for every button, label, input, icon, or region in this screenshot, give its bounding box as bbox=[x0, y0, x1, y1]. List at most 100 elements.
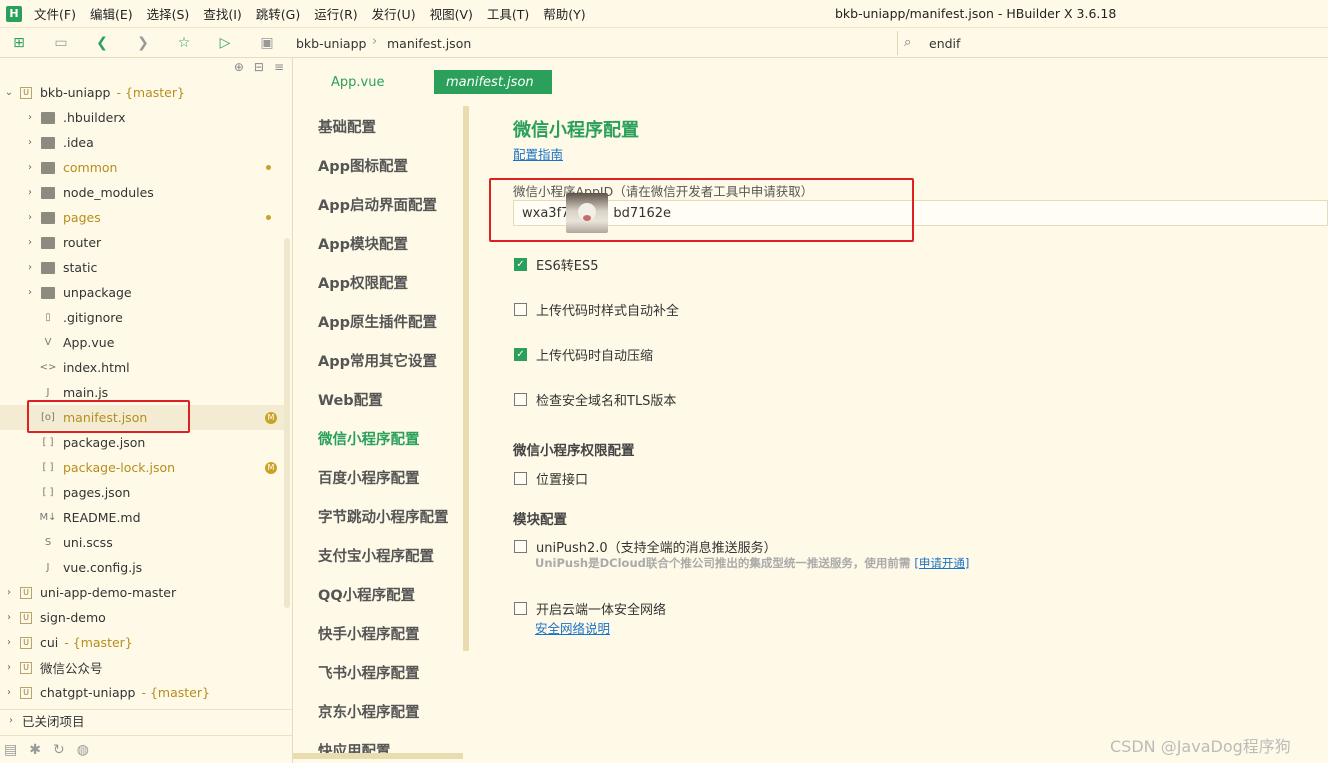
chevron-right-icon[interactable]: › bbox=[25, 212, 35, 223]
tree-item[interactable]: › node_modules bbox=[0, 180, 285, 205]
menu-tools[interactable]: 工具(T) bbox=[487, 4, 529, 23]
tree-item[interactable]: [ ] pages.json bbox=[0, 480, 285, 505]
search-box[interactable]: ⌕ endif bbox=[897, 31, 1328, 55]
checkbox-checked-icon[interactable]: ✓ bbox=[514, 258, 527, 271]
config-nav-item[interactable]: App图标配置 bbox=[318, 155, 408, 176]
option-style-autoprefix[interactable]: 上传代码时样式自动补全 bbox=[514, 300, 679, 319]
forward-icon[interactable]: ❯ bbox=[134, 34, 152, 52]
breadcrumb-file[interactable]: manifest.json bbox=[387, 36, 471, 51]
config-nav-item[interactable]: 京东小程序配置 bbox=[318, 701, 420, 722]
tree-item[interactable]: › common bbox=[0, 155, 285, 180]
tree-item[interactable]: › .idea bbox=[0, 130, 285, 155]
refresh-icon[interactable]: ↻ bbox=[53, 742, 65, 758]
tree-item[interactable]: <> index.html bbox=[0, 355, 285, 380]
config-nav-item[interactable]: 飞书小程序配置 bbox=[318, 662, 420, 683]
config-nav-item[interactable]: 快手小程序配置 bbox=[318, 623, 420, 644]
checkbox-icon[interactable] bbox=[514, 602, 527, 615]
option-auto-minify[interactable]: ✓ 上传代码时自动压缩 bbox=[514, 345, 653, 364]
chevron-right-icon[interactable]: › bbox=[25, 137, 35, 148]
secure-network-link[interactable]: 安全网络说明 bbox=[535, 618, 610, 637]
menu-edit[interactable]: 编辑(E) bbox=[90, 4, 133, 23]
chevron-right-icon[interactable]: › bbox=[25, 112, 35, 123]
tree-item[interactable]: › U 微信公众号 bbox=[0, 655, 285, 680]
tree-item[interactable]: Suni.scss bbox=[0, 530, 285, 555]
menu-help[interactable]: 帮助(Y) bbox=[543, 4, 585, 23]
chevron-right-icon[interactable]: › bbox=[4, 587, 14, 598]
config-nav-scrollbar[interactable] bbox=[463, 106, 469, 651]
folder-icon[interactable]: ▤ bbox=[4, 742, 17, 758]
option-secure-network[interactable]: 开启云端一体安全网络 bbox=[514, 599, 666, 618]
config-nav-item[interactable]: QQ小程序配置 bbox=[318, 584, 415, 605]
config-nav-item[interactable]: 百度小程序配置 bbox=[318, 467, 420, 488]
menu-view[interactable]: 视图(V) bbox=[430, 4, 473, 23]
tree-item[interactable]: › static bbox=[0, 255, 285, 280]
tree-item[interactable]: › Ucui - {master} bbox=[0, 630, 285, 655]
star-icon[interactable]: ☆ bbox=[175, 34, 193, 52]
chevron-right-icon[interactable]: › bbox=[25, 187, 35, 198]
menu-select[interactable]: 选择(S) bbox=[147, 4, 190, 23]
chevron-right-icon[interactable]: › bbox=[4, 637, 14, 648]
menu-publish[interactable]: 发行(U) bbox=[372, 4, 416, 23]
globe-icon[interactable]: ◍ bbox=[77, 742, 89, 758]
save-icon[interactable]: ▭ bbox=[52, 34, 70, 52]
chevron-right-icon[interactable]: › bbox=[25, 262, 35, 273]
back-icon[interactable]: ❮ bbox=[93, 34, 111, 52]
tab-app-vue[interactable]: App.vue bbox=[319, 70, 396, 94]
closed-projects[interactable]: › 已关闭项目 bbox=[0, 709, 292, 731]
tree-item[interactable]: ⌄ Ubkb-uniapp - {master} bbox=[0, 80, 285, 105]
config-nav-item[interactable]: 微信小程序配置 bbox=[318, 428, 420, 449]
unipush-apply-link[interactable]: [申请开通] bbox=[914, 556, 969, 570]
option-unipush[interactable]: uniPush2.0（支持全端的消息推送服务） bbox=[514, 537, 777, 556]
config-nav-item[interactable]: Web配置 bbox=[318, 389, 383, 410]
tree-item[interactable]: Jvue.config.js bbox=[0, 555, 285, 580]
menu-goto[interactable]: 跳转(G) bbox=[256, 4, 300, 23]
config-nav-item[interactable]: App权限配置 bbox=[318, 272, 408, 293]
config-nav-item[interactable]: 支付宝小程序配置 bbox=[318, 545, 434, 566]
new-file-icon[interactable]: ⊞ bbox=[10, 34, 28, 52]
tree-item[interactable]: ▯ .gitignore bbox=[0, 305, 285, 330]
debug-icon[interactable]: ✱ bbox=[29, 742, 41, 758]
config-nav-item[interactable]: App模块配置 bbox=[318, 233, 408, 254]
config-guide-link[interactable]: 配置指南 bbox=[513, 144, 563, 163]
menu-run[interactable]: 运行(R) bbox=[314, 4, 357, 23]
run-icon[interactable]: ▷ bbox=[216, 34, 234, 52]
checkbox-icon[interactable] bbox=[514, 540, 527, 553]
tree-item[interactable]: [ ] package.json bbox=[0, 430, 285, 455]
chevron-right-icon[interactable]: › bbox=[4, 687, 14, 698]
tree-item[interactable]: › router bbox=[0, 230, 285, 255]
tree-item[interactable]: › Usign-demo bbox=[0, 605, 285, 630]
chevron-down-icon[interactable]: ⌄ bbox=[4, 87, 14, 98]
config-nav-item[interactable]: 字节跳动小程序配置 bbox=[318, 506, 449, 527]
config-nav-item[interactable]: App常用其它设置 bbox=[318, 350, 437, 371]
tab-manifest-json[interactable]: manifest.json bbox=[434, 70, 552, 94]
tree-item[interactable]: M↓ README.md bbox=[0, 505, 285, 530]
menu-file[interactable]: 文件(F) bbox=[34, 4, 76, 23]
chevron-right-icon[interactable]: › bbox=[4, 662, 14, 673]
checkbox-icon[interactable] bbox=[514, 472, 527, 485]
chevron-right-icon[interactable]: › bbox=[25, 162, 35, 173]
tree-item[interactable]: › unpackage bbox=[0, 280, 285, 305]
locate-icon[interactable]: ⊕ bbox=[234, 60, 244, 74]
option-location-api[interactable]: 位置接口 bbox=[514, 469, 588, 488]
config-nav-hscrollbar[interactable] bbox=[293, 753, 463, 759]
tree-item[interactable]: › Uuni-app-demo-master bbox=[0, 580, 285, 605]
tree-item[interactable]: › pages bbox=[0, 205, 285, 230]
chevron-right-icon[interactable]: › bbox=[4, 612, 14, 623]
chevron-right-icon[interactable]: › bbox=[25, 287, 35, 298]
checkbox-icon[interactable] bbox=[514, 393, 527, 406]
collapse-all-icon[interactable]: ⊟ bbox=[254, 60, 264, 74]
option-es6-to-es5[interactable]: ✓ ES6转ES5 bbox=[514, 255, 598, 274]
breadcrumb-project[interactable]: bkb-uniapp bbox=[296, 36, 366, 51]
tree-item[interactable]: V App.vue bbox=[0, 330, 285, 355]
tree-item[interactable]: › .hbuilderx bbox=[0, 105, 285, 130]
menu-find[interactable]: 查找(I) bbox=[203, 4, 241, 23]
checkbox-checked-icon[interactable]: ✓ bbox=[514, 348, 527, 361]
config-nav-item[interactable]: App启动界面配置 bbox=[318, 194, 437, 215]
config-nav-item[interactable]: App原生插件配置 bbox=[318, 311, 437, 332]
config-nav-item[interactable]: 基础配置 bbox=[318, 116, 376, 137]
tree-item[interactable]: › Uchatgpt-uniapp - {master} bbox=[0, 680, 285, 705]
chevron-right-icon[interactable]: › bbox=[25, 237, 35, 248]
tree-item[interactable]: [ ] package-lock.json M bbox=[0, 455, 285, 480]
option-check-tls[interactable]: 检查安全域名和TLS版本 bbox=[514, 390, 676, 409]
menu-icon[interactable]: ≡ bbox=[274, 60, 284, 74]
